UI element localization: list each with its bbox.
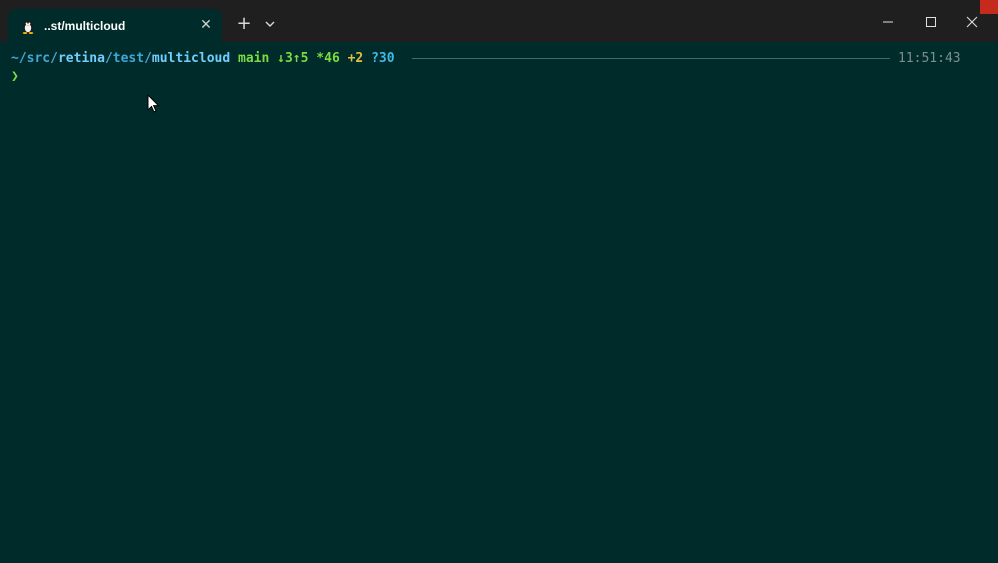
- git-modified: +2: [347, 51, 364, 66]
- minimize-button[interactable]: [873, 8, 903, 36]
- path-segment-multicloud: multicloud: [151, 51, 231, 66]
- terminal-window: ..st/multicloud ✕ + ~/src/retina/test/mu…: [0, 0, 998, 563]
- tab-close-icon[interactable]: ✕: [198, 17, 214, 33]
- linux-tux-icon: [22, 21, 34, 34]
- prompt-divider: [412, 58, 890, 59]
- path-prefix: ~/src/: [11, 51, 58, 66]
- close-icon: [966, 16, 978, 28]
- path-separator: /: [104, 51, 113, 66]
- prompt-time: 11:51:43: [898, 51, 961, 66]
- mouse-cursor-icon: [147, 94, 160, 113]
- git-branch: main: [238, 51, 270, 66]
- new-tab-button[interactable]: +: [234, 14, 254, 34]
- tab-multicloud[interactable]: ..st/multicloud ✕: [8, 9, 222, 42]
- git-staged: *46: [316, 51, 340, 66]
- path-separator: /: [144, 51, 152, 66]
- title-bar: ..st/multicloud ✕ +: [0, 0, 998, 42]
- tab-title: ..st/multicloud: [44, 19, 126, 33]
- terminal-pane[interactable]: ~/src/retina/test/multicloud main ↓3↑5 *…: [0, 42, 998, 563]
- window-accent: [980, 0, 998, 14]
- chevron-down-icon[interactable]: [262, 16, 278, 32]
- path-segment-retina: retina: [57, 51, 105, 66]
- git-untracked: ?30: [371, 51, 395, 66]
- path-segment-test: test: [112, 51, 145, 66]
- minimize-icon: [883, 21, 893, 23]
- prompt-symbol: ❯: [11, 69, 19, 84]
- maximize-button[interactable]: [916, 8, 946, 36]
- maximize-icon: [926, 17, 936, 27]
- prompt-line: ~/src/retina/test/multicloud main ↓3↑5 *…: [11, 50, 395, 68]
- git-ahead-behind: ↓3↑5: [277, 51, 309, 66]
